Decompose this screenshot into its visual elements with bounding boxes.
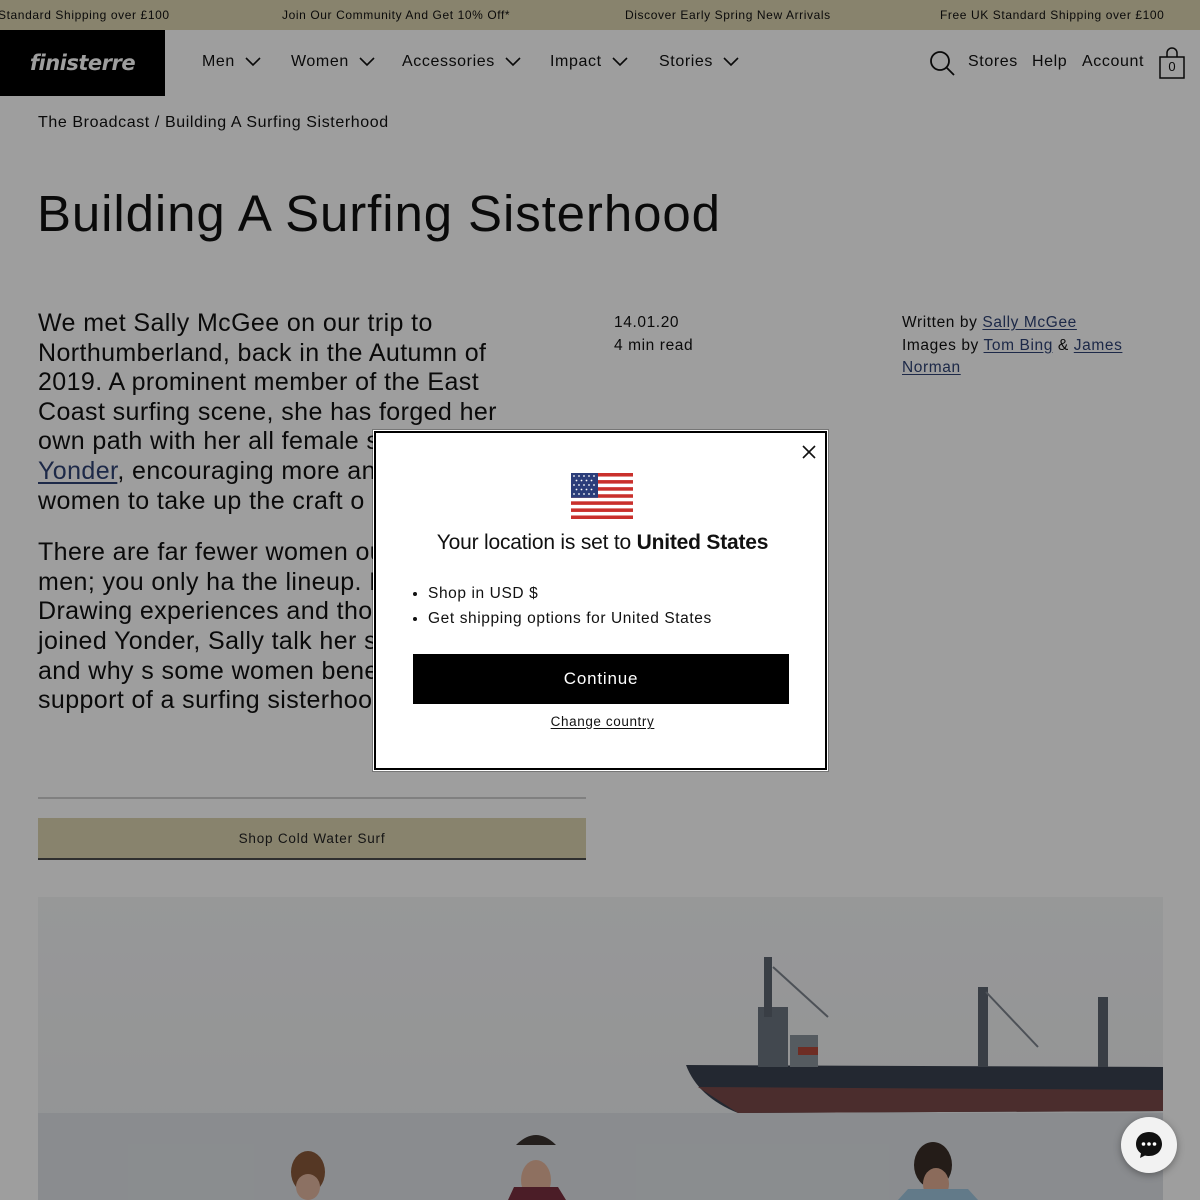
location-heading-prefix: Your location is set to — [436, 531, 631, 554]
chat-bubble-icon — [1136, 1132, 1162, 1158]
list-item: Get shipping options for United States — [428, 606, 712, 631]
close-icon[interactable] — [800, 443, 818, 461]
change-country-link[interactable]: Change country — [376, 714, 829, 729]
location-country: United States — [636, 531, 769, 554]
us-flag-icon — [571, 473, 633, 519]
location-modal: Your location is set to United States Sh… — [374, 431, 827, 770]
continue-button[interactable]: Continue — [413, 654, 789, 704]
chat-widget-button[interactable] — [1121, 1117, 1177, 1173]
location-benefits: Shop in USD $ Get shipping options for U… — [428, 581, 712, 631]
list-item: Shop in USD $ — [428, 581, 712, 606]
location-heading: Your location is set to United States — [376, 531, 829, 555]
